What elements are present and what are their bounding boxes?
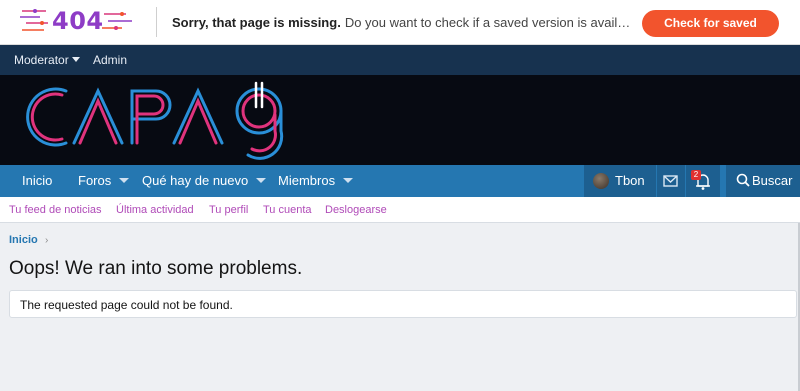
username: Tbon bbox=[615, 173, 645, 188]
nav-que-hay-de-nuevo-label: Qué hay de nuevo bbox=[142, 173, 249, 188]
check-saved-version-button[interactable]: Check for saved version bbox=[642, 10, 779, 57]
chevron-down-icon[interactable] bbox=[256, 178, 267, 183]
breadcrumb[interactable]: Inicio bbox=[9, 234, 38, 246]
search-label: Buscar bbox=[752, 173, 793, 188]
capa9-logo[interactable] bbox=[8, 77, 298, 163]
chevron-down-icon[interactable] bbox=[343, 178, 354, 183]
alerts-badge: 2 bbox=[691, 170, 701, 180]
subnav-profile[interactable]: Tu perfil bbox=[209, 204, 248, 216]
nav-miembros-label: Miembros bbox=[278, 173, 336, 188]
banner-headline: Sorry, that page is missing. bbox=[172, 15, 341, 30]
chevron-right-icon: › bbox=[45, 235, 49, 246]
subnav-account[interactable]: Tu cuenta bbox=[263, 204, 312, 216]
banner-divider bbox=[156, 7, 157, 37]
chevron-down-icon bbox=[71, 57, 80, 62]
user-menu[interactable]: Tbon bbox=[584, 165, 656, 197]
nav-que-hay-de-nuevo[interactable]: Qué hay de nuevo bbox=[142, 165, 267, 197]
alerts-button[interactable]: 2 bbox=[686, 165, 720, 197]
sub-nav: Tu feed de noticias Última actividad Tu … bbox=[0, 197, 800, 223]
error-code: 404 bbox=[52, 7, 104, 35]
admin-link[interactable]: Admin bbox=[93, 53, 127, 67]
wayback-banner: 404 Sorry, that page is missing. Do you w… bbox=[0, 0, 800, 57]
banner-message: Sorry, that page is missing. Do you want … bbox=[172, 15, 637, 30]
error-message: The requested page could not be found. bbox=[20, 298, 233, 312]
nav-inicio[interactable]: Inicio bbox=[22, 165, 52, 197]
banner-message-text: Do you want to check if a saved version … bbox=[344, 15, 637, 30]
inbox-button[interactable] bbox=[657, 165, 685, 197]
staff-bar: Moderator Admin bbox=[0, 45, 800, 75]
subnav-logout[interactable]: Deslogearse bbox=[325, 204, 387, 216]
avatar bbox=[593, 173, 609, 189]
subnav-feed[interactable]: Tu feed de noticias bbox=[9, 204, 102, 216]
nav-foros-label: Foros bbox=[78, 173, 112, 188]
nav-foros[interactable]: Foros bbox=[78, 165, 130, 197]
moderator-menu[interactable]: Moderator bbox=[14, 53, 80, 67]
envelope-icon bbox=[663, 175, 678, 187]
error-notice: The requested page could not be found. bbox=[9, 290, 797, 318]
moderator-label: Moderator bbox=[14, 53, 69, 67]
nav-miembros[interactable]: Miembros bbox=[278, 165, 354, 197]
subnav-latest-activity[interactable]: Última actividad bbox=[116, 204, 194, 216]
search-button[interactable]: Buscar bbox=[726, 165, 800, 197]
site-header bbox=[0, 75, 800, 165]
page-title: Oops! We ran into some problems. bbox=[9, 258, 303, 279]
main-nav: Inicio Foros Qué hay de nuevo Miembros T… bbox=[0, 165, 800, 197]
chevron-down-icon[interactable] bbox=[119, 178, 130, 183]
